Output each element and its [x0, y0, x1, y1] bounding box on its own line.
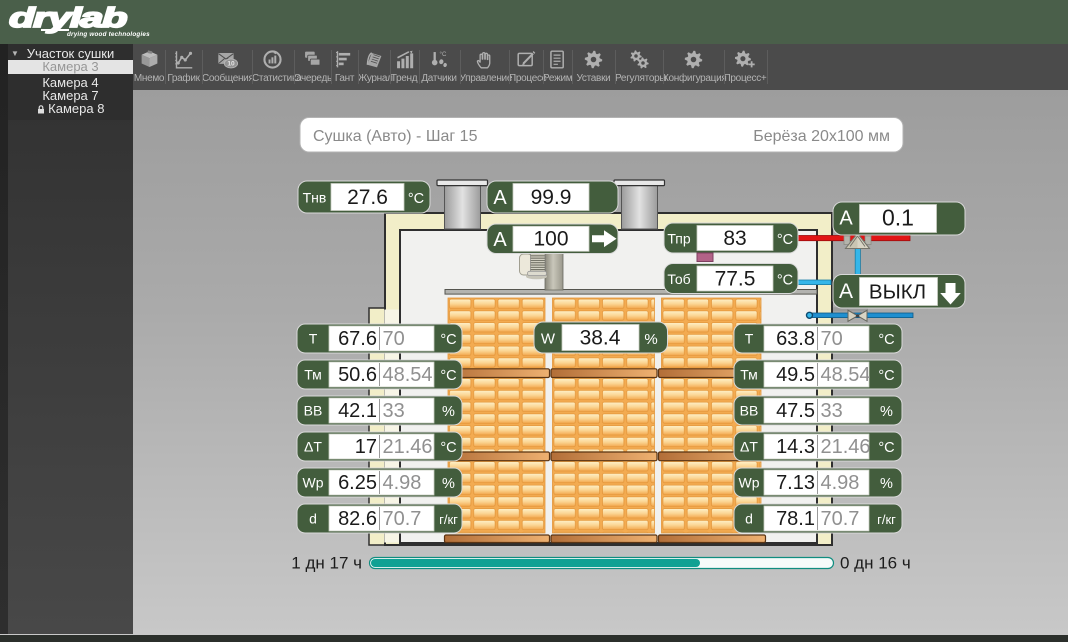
svg-text:Т: Т	[745, 331, 754, 347]
svg-text:7.13: 7.13	[776, 472, 815, 494]
svg-text:70.7: 70.7	[383, 508, 422, 530]
svg-text:63.8: 63.8	[776, 328, 815, 350]
svg-text:48.54: 48.54	[383, 364, 433, 386]
svg-text:ΔТ: ΔТ	[304, 439, 322, 455]
svg-text:г/кг: г/кг	[439, 512, 458, 527]
svg-text:70.7: 70.7	[821, 508, 860, 530]
svg-text:38.4: 38.4	[580, 327, 621, 350]
svg-text:83: 83	[723, 227, 746, 250]
svg-text:33: 33	[383, 400, 405, 422]
svg-text:Wp: Wp	[739, 475, 760, 491]
svg-text:78.1: 78.1	[776, 508, 815, 530]
svg-text:°C: °C	[878, 368, 894, 384]
svg-text:°C: °C	[440, 368, 456, 384]
svg-text:27.6: 27.6	[347, 186, 388, 209]
svg-text:4.98: 4.98	[821, 472, 860, 494]
svg-text:48.54: 48.54	[821, 364, 871, 386]
svg-text:Тм: Тм	[304, 367, 322, 383]
svg-text:47.5: 47.5	[776, 400, 815, 422]
svg-text:A: A	[493, 229, 507, 251]
svg-text:42.1: 42.1	[338, 400, 377, 422]
svg-text:21.46: 21.46	[821, 436, 871, 458]
svg-text:%: %	[880, 476, 893, 492]
svg-text:21.46: 21.46	[383, 436, 433, 458]
svg-text:1 дн 17 ч: 1 дн 17 ч	[291, 554, 362, 573]
svg-text:°C: °C	[408, 191, 424, 207]
svg-text:0 дн 16 ч: 0 дн 16 ч	[840, 554, 911, 573]
svg-text:4.98: 4.98	[383, 472, 422, 494]
svg-text:W: W	[541, 331, 556, 348]
svg-text:ВВ: ВВ	[304, 403, 323, 419]
svg-text:100: 100	[533, 228, 568, 251]
svg-text:A: A	[839, 280, 853, 303]
svg-text:77.5: 77.5	[715, 268, 756, 291]
svg-text:14.3: 14.3	[776, 436, 815, 458]
svg-text:0.1: 0.1	[882, 205, 914, 231]
svg-text:A: A	[493, 187, 507, 209]
svg-text:67.6: 67.6	[338, 328, 377, 350]
svg-text:49.5: 49.5	[776, 364, 815, 386]
svg-text:ΔТ: ΔТ	[740, 439, 758, 455]
svg-text:ВЫКЛ: ВЫКЛ	[869, 281, 926, 304]
svg-text:°C: °C	[878, 332, 894, 348]
svg-text:Wp: Wp	[303, 475, 324, 491]
svg-text:°C: °C	[777, 273, 793, 289]
svg-text:A: A	[839, 208, 853, 230]
svg-text:°C: °C	[439, 51, 446, 58]
svg-text:50.6: 50.6	[338, 364, 377, 386]
svg-text:°C: °C	[440, 440, 456, 456]
svg-text:17: 17	[355, 436, 377, 458]
svg-text:%: %	[644, 331, 657, 348]
svg-text:Тм: Тм	[740, 367, 758, 383]
svg-text:99.9: 99.9	[531, 186, 572, 209]
svg-text:Сушка (Авто) - Шаг 15: Сушка (Авто) - Шаг 15	[313, 128, 478, 145]
svg-text:%: %	[442, 476, 455, 492]
svg-text:Тпр: Тпр	[667, 231, 691, 247]
svg-text:70: 70	[821, 328, 843, 350]
svg-text:ВВ: ВВ	[740, 403, 759, 419]
svg-text:°C: °C	[440, 332, 456, 348]
svg-text:70: 70	[383, 328, 405, 350]
svg-text:Тнв: Тнв	[303, 190, 327, 206]
svg-text:d: d	[309, 511, 317, 527]
svg-text:10: 10	[227, 61, 235, 68]
svg-text:°C: °C	[878, 440, 894, 456]
svg-text:°C: °C	[777, 232, 793, 248]
svg-text:г/кг: г/кг	[877, 512, 896, 527]
svg-text:Берёза 20x100 мм: Берёза 20x100 мм	[753, 128, 890, 145]
svg-text:82.6: 82.6	[338, 508, 377, 530]
svg-text:Т: Т	[309, 331, 318, 347]
svg-text:6.25: 6.25	[338, 472, 377, 494]
svg-text:33: 33	[821, 400, 843, 422]
svg-text:Тоб: Тоб	[667, 271, 690, 287]
svg-text:d: d	[745, 511, 753, 527]
svg-text:%: %	[442, 404, 455, 420]
svg-text:%: %	[880, 404, 893, 420]
